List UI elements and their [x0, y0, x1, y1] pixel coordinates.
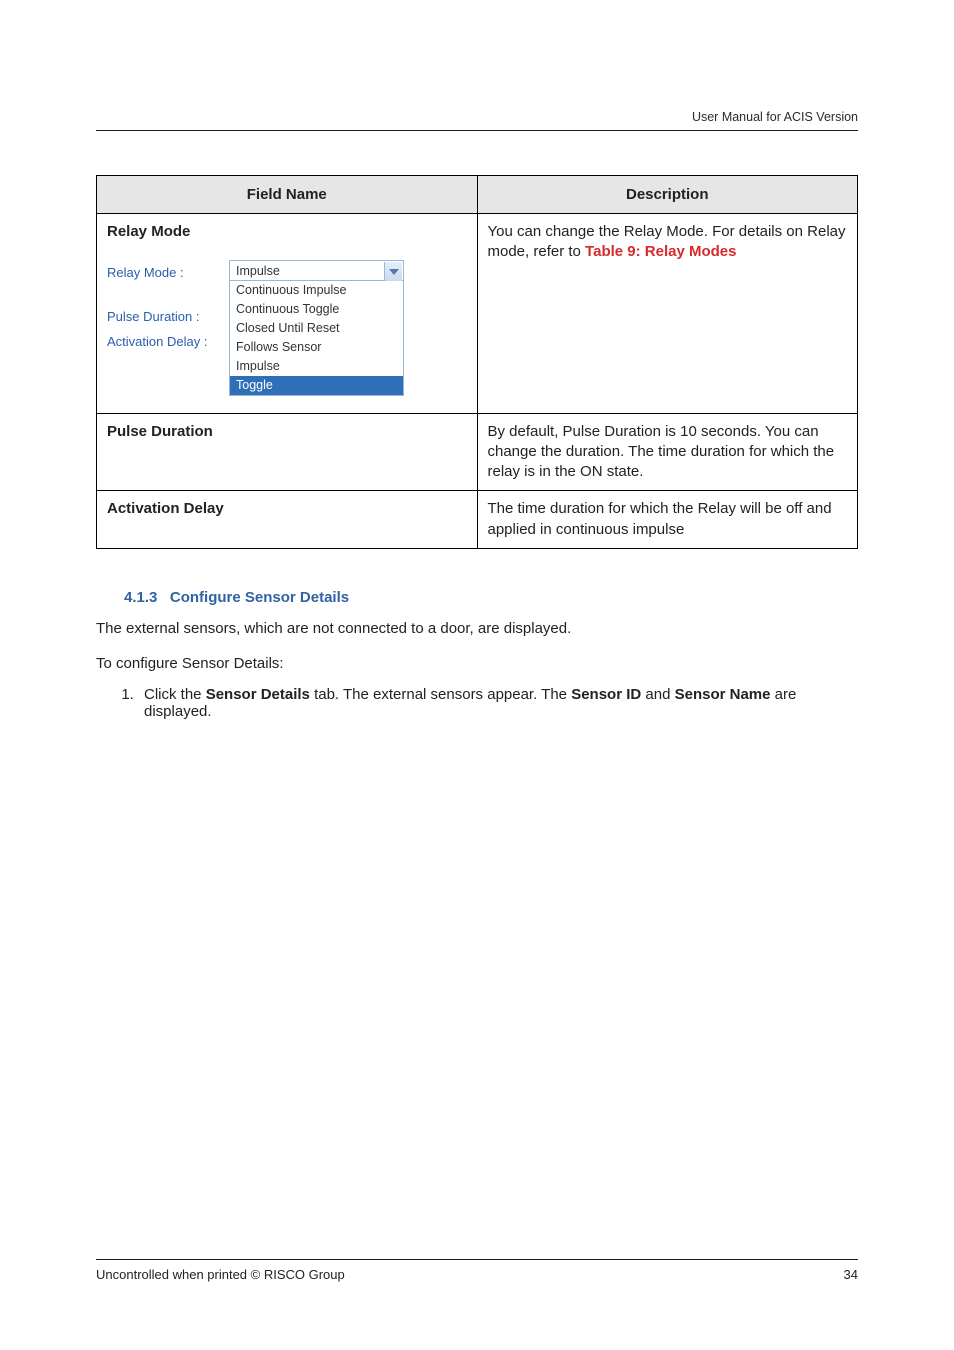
relay-mode-option[interactable]: Continuous Toggle	[230, 300, 403, 319]
col-description: Description	[477, 176, 858, 214]
section-number: 4.1.3	[124, 589, 157, 606]
table-cell-desc: The time duration for which the Relay wi…	[477, 491, 858, 549]
relay-mode-option[interactable]: Impulse	[230, 357, 403, 376]
page-number: 34	[844, 1267, 858, 1282]
relay-mode-select-value: Impulse	[229, 260, 404, 281]
step-bold: Sensor ID	[571, 686, 641, 703]
table-cell-field: Pulse Duration	[97, 413, 478, 491]
header-right-text: User Manual for ACIS Version	[692, 110, 858, 124]
step-bold: Sensor Details	[206, 686, 310, 703]
step-bold: Sensor Name	[675, 686, 771, 703]
table-cell-field: Activation Delay	[97, 491, 478, 549]
relay-mode-selected-text: Impulse	[236, 264, 280, 278]
relay-mode-option[interactable]: Toggle	[230, 376, 403, 395]
section-title: Configure Sensor Details	[170, 589, 349, 606]
list-item: Click the Sensor Details tab. The extern…	[138, 686, 858, 720]
table-cell-field: Relay Mode Relay Mode : Impulse	[97, 214, 478, 414]
footer-left-text: Uncontrolled when printed © RISCO Group	[96, 1267, 345, 1282]
relay-modes-link[interactable]: Table 9: Relay Modes	[585, 243, 736, 260]
step-text: and	[641, 686, 674, 703]
field-relay-mode-label: Relay Mode	[107, 223, 190, 240]
step-text: tab. The external sensors appear. The	[310, 686, 571, 703]
table-row: Activation Delay The time duration for w…	[97, 491, 858, 549]
table-cell-desc: By default, Pulse Duration is 10 seconds…	[477, 413, 858, 491]
table-cell-desc: You can change the Relay Mode. For detai…	[477, 214, 858, 414]
shot-label-relay-mode: Relay Mode :	[107, 260, 229, 282]
relay-mode-option-list: Continuous Impulse Continuous Toggle Clo…	[229, 281, 404, 395]
relay-mode-option[interactable]: Continuous Impulse	[230, 281, 403, 300]
field-activation-delay-label: Activation Delay	[107, 500, 224, 517]
page-content: Field Name Description Relay Mode Relay …	[0, 0, 954, 720]
relay-mode-option[interactable]: Closed Until Reset	[230, 319, 403, 338]
field-pulse-duration-label: Pulse Duration	[107, 423, 213, 440]
table-row: Relay Mode Relay Mode : Impulse	[97, 214, 858, 414]
paragraph-intro: The external sensors, which are not conn…	[96, 620, 858, 637]
footer-rule	[96, 1259, 858, 1260]
relay-mode-option[interactable]: Follows Sensor	[230, 338, 403, 357]
fields-table: Field Name Description Relay Mode Relay …	[96, 175, 858, 549]
paragraph-lead: To configure Sensor Details:	[96, 655, 858, 672]
relay-mode-select[interactable]: Impulse Continuous Impulse Continuous To…	[229, 260, 404, 395]
section-heading: 4.1.3 Configure Sensor Details	[124, 589, 858, 606]
col-field-name: Field Name	[97, 176, 478, 214]
steps-list: Click the Sensor Details tab. The extern…	[138, 686, 858, 720]
table-row: Pulse Duration By default, Pulse Duratio…	[97, 413, 858, 491]
step-text: Click the	[144, 686, 206, 703]
header-rule	[96, 130, 858, 131]
chevron-down-icon[interactable]	[384, 262, 402, 281]
